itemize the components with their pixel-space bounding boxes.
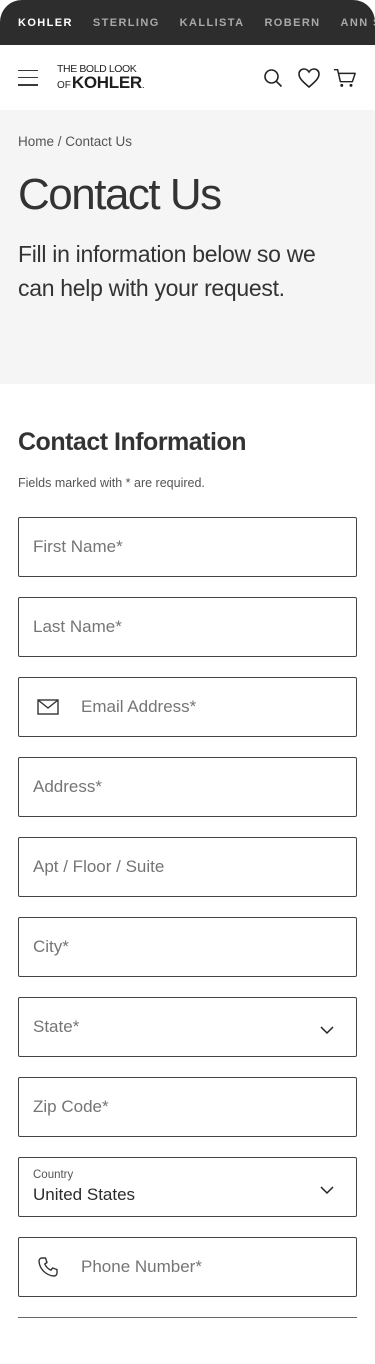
cart-icon[interactable] bbox=[333, 66, 357, 90]
page-subtitle: Fill in information below so we can help… bbox=[18, 241, 316, 302]
header-icons bbox=[249, 66, 357, 90]
brand-tab-kohler[interactable]: KOHLER bbox=[18, 17, 73, 29]
last-name-placeholder: Last Name* bbox=[33, 617, 122, 636]
hamburger-icon[interactable] bbox=[18, 69, 38, 86]
last-name-field[interactable]: Last Name* bbox=[18, 597, 357, 657]
form-fields: First Name* Last Name* Email Address* Ad… bbox=[18, 517, 357, 1297]
search-icon[interactable] bbox=[261, 66, 285, 90]
section-divider bbox=[18, 1317, 357, 1318]
brand-tab-robern[interactable]: ROBERN bbox=[264, 17, 320, 29]
country-label: Country bbox=[33, 1169, 74, 1181]
contact-form: Contact Information Fields marked with *… bbox=[0, 384, 375, 1297]
hero-section: Home / Contact Us Contact Us Fill in inf… bbox=[0, 110, 375, 384]
page-title: Contact Us bbox=[18, 170, 222, 219]
apt-field[interactable]: Apt / Floor / Suite bbox=[18, 837, 357, 897]
zip-placeholder: Zip Code* bbox=[33, 1097, 109, 1116]
brand-tab-kallista[interactable]: KALLISTA bbox=[180, 17, 245, 29]
city-placeholder: City* bbox=[33, 937, 69, 956]
logo-mark: . bbox=[141, 80, 145, 92]
kohler-logo[interactable]: THE BOLD LOOK OF KOHLER . bbox=[57, 64, 146, 92]
first-name-placeholder: First Name* bbox=[33, 537, 123, 556]
phone-icon bbox=[37, 1255, 61, 1279]
page-frame: KOHLER STERLING KALLISTA ROBERN ANN S TH… bbox=[0, 0, 375, 1364]
email-placeholder: Email Address* bbox=[81, 697, 197, 716]
logo-brand: KOHLER bbox=[71, 73, 142, 93]
heart-icon[interactable] bbox=[297, 66, 321, 90]
phone-field[interactable]: Phone Number* bbox=[18, 1237, 357, 1297]
brand-tab-ann-sacks[interactable]: ANN S bbox=[341, 17, 375, 29]
first-name-field[interactable]: First Name* bbox=[18, 517, 357, 577]
country-select[interactable]: Country United States bbox=[18, 1157, 357, 1217]
apt-placeholder: Apt / Floor / Suite bbox=[33, 857, 165, 876]
address-field[interactable]: Address* bbox=[18, 757, 357, 817]
state-placeholder: State* bbox=[33, 1017, 80, 1036]
state-select[interactable]: State* bbox=[18, 997, 357, 1057]
logo-of: OF bbox=[57, 80, 71, 92]
country-value: United States bbox=[33, 1185, 136, 1204]
required-note: Fields marked with * are required. bbox=[18, 476, 205, 490]
chevron-down-icon bbox=[320, 1022, 334, 1040]
site-header: THE BOLD LOOK OF KOHLER . bbox=[0, 45, 375, 110]
envelope-icon bbox=[37, 695, 61, 719]
brand-bar: KOHLER STERLING KALLISTA ROBERN ANN S bbox=[0, 0, 375, 45]
chevron-down-icon bbox=[320, 1182, 334, 1200]
zip-field[interactable]: Zip Code* bbox=[18, 1077, 357, 1137]
email-field[interactable]: Email Address* bbox=[18, 677, 357, 737]
phone-placeholder: Phone Number* bbox=[81, 1257, 202, 1276]
brand-tab-sterling[interactable]: STERLING bbox=[93, 17, 160, 29]
section-title: Contact Information bbox=[18, 428, 247, 456]
breadcrumb[interactable]: Home / Contact Us bbox=[18, 134, 357, 149]
city-field[interactable]: City* bbox=[18, 917, 357, 977]
address-placeholder: Address* bbox=[33, 777, 102, 796]
